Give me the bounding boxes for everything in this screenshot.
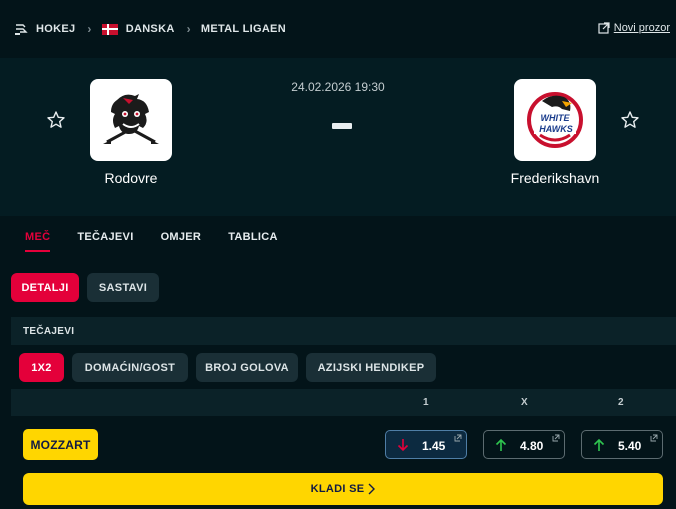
odd-away-button[interactable]: 5.40 [581, 430, 663, 459]
score-placeholder [332, 123, 352, 129]
arrow-up-icon [593, 438, 605, 451]
chevron-right-icon: › [87, 22, 92, 36]
away-team-name[interactable]: Frederikshavn [496, 170, 614, 186]
external-link-icon [454, 434, 462, 442]
breadcrumb-country-label: DANSKA [125, 23, 175, 35]
white-hawks-logo-icon: WHITE HAWKS [527, 92, 583, 148]
tab-mec[interactable]: MEČ [25, 216, 51, 258]
bookmaker-logo[interactable]: MOZZART [23, 429, 98, 460]
match-tabs: MEČ TEČAJEVI OMJER TABLICA [0, 216, 676, 258]
home-team-name[interactable]: Rodovre [90, 170, 172, 186]
lineups-button[interactable]: SASTAVI [87, 273, 159, 302]
odds-section-title: TEČAJEVI [11, 317, 676, 345]
tab-tecajevi[interactable]: TEČAJEVI [77, 216, 133, 258]
breadcrumb-country[interactable]: DANSKA [101, 23, 175, 35]
external-link-icon [650, 434, 658, 442]
new-window-link[interactable]: Novi prozor [598, 22, 670, 34]
away-team-logo[interactable]: WHITE HAWKS [514, 79, 596, 161]
column-2-label: 2 [618, 397, 624, 408]
market-total-goals-button[interactable]: BROJ GOLOVA [196, 353, 298, 382]
market-1x2-button[interactable]: 1X2 [19, 353, 64, 382]
place-bet-button[interactable]: KLADI SE [23, 473, 663, 505]
breadcrumb-sport-label: HOKEJ [36, 23, 76, 35]
odd-away-value: 5.40 [618, 439, 642, 453]
external-link-icon [598, 22, 610, 34]
odds-column-header: 1 X 2 [11, 389, 676, 416]
logo-text-white: WHITE [541, 113, 571, 123]
denmark-flag-icon [101, 23, 118, 35]
details-button[interactable]: DETALJI [11, 273, 79, 302]
favorite-home-star-icon[interactable] [46, 110, 66, 130]
breadcrumb: HOKEJ › DANSKA › METAL LIGAEN [0, 0, 676, 58]
column-x-label: X [521, 397, 528, 408]
breadcrumb-sport[interactable]: HOKEJ [14, 22, 75, 36]
odd-home-value: 1.45 [422, 439, 446, 453]
rodovre-logo-icon [103, 94, 159, 144]
market-asian-handicap-button[interactable]: AZIJSKI HENDIKEP [306, 353, 436, 382]
hockey-icon [15, 24, 28, 35]
tab-tablica[interactable]: TABLICA [228, 216, 278, 258]
market-home-away-button[interactable]: DOMAĆIN/GOST [72, 353, 188, 382]
chevron-right-icon [368, 483, 376, 495]
match-header: 24.02.2026 19:30 Rodovre WHITE HAWKS Fre… [0, 58, 676, 216]
logo-text-hawks: HAWKS [539, 124, 573, 134]
column-1-label: 1 [423, 397, 429, 408]
odd-home-button[interactable]: 1.45 [385, 430, 467, 459]
arrow-down-icon [397, 439, 409, 452]
favorite-away-star-icon[interactable] [620, 110, 640, 130]
odd-draw-button[interactable]: 4.80 [483, 430, 565, 459]
chevron-right-icon: › [186, 22, 191, 36]
external-link-icon [552, 434, 560, 442]
home-team-logo[interactable] [90, 79, 172, 161]
odd-draw-value: 4.80 [520, 439, 544, 453]
tab-omjer[interactable]: OMJER [161, 216, 202, 258]
new-window-label: Novi prozor [613, 22, 670, 34]
breadcrumb-league-label: METAL LIGAEN [200, 23, 286, 35]
place-bet-label: KLADI SE [310, 483, 365, 495]
breadcrumb-league[interactable]: METAL LIGAEN [201, 23, 286, 35]
arrow-up-icon [495, 438, 507, 451]
